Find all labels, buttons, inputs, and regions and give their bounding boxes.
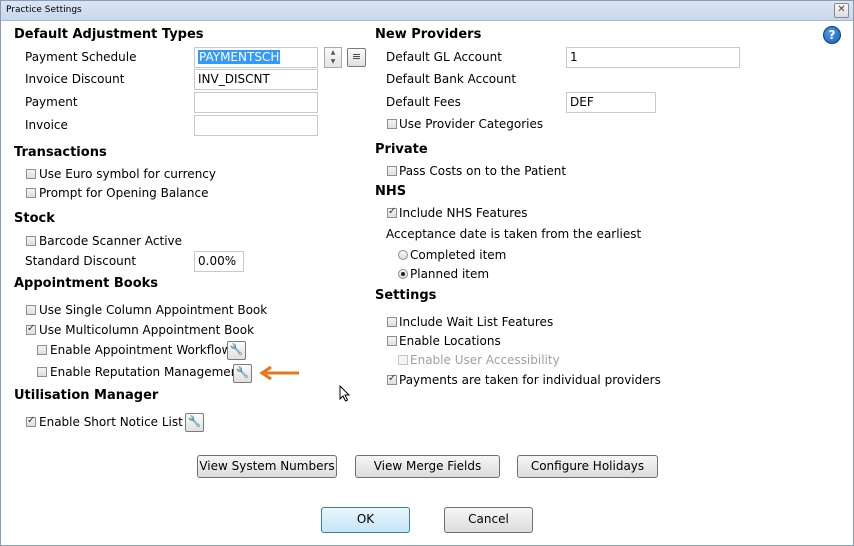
- transactions-header: Transactions: [14, 145, 107, 160]
- appointment-books-header: Appointment Books: [14, 276, 159, 291]
- wrench-icon: 🔧: [235, 366, 250, 379]
- standard-discount-field[interactable]: 0.00%: [194, 251, 244, 272]
- default-adjustment-types-header: Default Adjustment Types: [14, 27, 204, 42]
- mouse-cursor-icon: [339, 385, 351, 402]
- ok-button[interactable]: OK: [321, 507, 410, 533]
- configure-holidays-button[interactable]: Configure Holidays: [517, 455, 658, 478]
- opening-balance-checkbox[interactable]: [26, 188, 36, 198]
- standard-discount-label: Standard Discount: [25, 254, 137, 268]
- title-bar[interactable]: Practice Settings ✕: [1, 1, 853, 21]
- payment-schedule-value: PAYMENTSCH: [198, 50, 281, 64]
- completed-item-radio[interactable]: [398, 250, 408, 260]
- single-column-checkbox[interactable]: [26, 305, 36, 315]
- user-accessibility-label[interactable]: Enable User Accessibility: [410, 353, 560, 367]
- spin-up-icon[interactable]: ▲: [325, 48, 341, 57]
- planned-item-radio[interactable]: [398, 269, 408, 279]
- window-title: Practice Settings: [6, 5, 82, 15]
- payment-schedule-list-button[interactable]: ≡: [347, 48, 366, 67]
- multicolumn-checkbox[interactable]: [26, 323, 36, 335]
- workflow-checkbox[interactable]: [37, 345, 47, 355]
- barcode-checkbox[interactable]: [26, 236, 36, 246]
- wrench-icon: 🔧: [187, 415, 202, 428]
- nhs-header: NHS: [375, 184, 407, 199]
- invoice-discount-label: Invoice Discount: [25, 72, 125, 86]
- pass-costs-label[interactable]: Pass Costs on to the Patient: [399, 164, 566, 178]
- view-system-numbers-button[interactable]: View System Numbers: [197, 455, 337, 478]
- euro-label[interactable]: Use Euro symbol for currency: [39, 167, 216, 181]
- payment-schedule-field[interactable]: PAYMENTSCH: [194, 47, 318, 68]
- payment-field[interactable]: [194, 92, 318, 113]
- barcode-label[interactable]: Barcode Scanner Active: [39, 234, 182, 248]
- opening-balance-label[interactable]: Prompt for Opening Balance: [39, 186, 208, 200]
- reputation-checkbox[interactable]: [37, 367, 47, 377]
- short-notice-checkbox[interactable]: [26, 415, 36, 427]
- private-header: Private: [375, 142, 428, 157]
- workflow-settings-button[interactable]: 🔧: [227, 341, 246, 360]
- list-icon: ≡: [351, 50, 362, 63]
- provider-categories-label[interactable]: Use Provider Categories: [399, 117, 543, 131]
- invoice-label: Invoice: [25, 118, 68, 132]
- spin-down-icon[interactable]: ▼: [325, 57, 341, 66]
- payment-label: Payment: [25, 95, 78, 109]
- euro-checkbox[interactable]: [26, 169, 36, 179]
- settings-header: Settings: [375, 288, 437, 303]
- short-notice-label[interactable]: Enable Short Notice List: [39, 415, 183, 429]
- wait-list-checkbox[interactable]: [387, 317, 397, 327]
- practice-settings-window: Practice Settings ✕ ? Default Adjustment…: [0, 0, 854, 546]
- close-icon[interactable]: ✕: [834, 3, 849, 18]
- user-accessibility-checkbox[interactable]: [398, 355, 408, 365]
- individual-providers-label[interactable]: Payments are taken for individual provid…: [399, 373, 661, 387]
- payment-schedule-label: Payment Schedule: [25, 50, 137, 64]
- acceptance-date-text: Acceptance date is taken from the earlie…: [386, 227, 642, 241]
- default-fees-label: Default Fees: [386, 95, 461, 109]
- view-merge-fields-button[interactable]: View Merge Fields: [355, 455, 500, 478]
- default-fees-field[interactable]: DEF: [566, 92, 656, 113]
- workflow-label[interactable]: Enable Appointment Workflow: [50, 343, 231, 357]
- bank-account-label: Default Bank Account: [386, 72, 517, 86]
- provider-categories-checkbox[interactable]: [387, 119, 397, 129]
- stock-header: Stock: [14, 211, 55, 226]
- new-providers-header: New Providers: [375, 27, 482, 42]
- locations-label[interactable]: Enable Locations: [399, 334, 501, 348]
- include-nhs-label[interactable]: Include NHS Features: [399, 206, 528, 220]
- include-nhs-checkbox[interactable]: [387, 206, 397, 218]
- arrow-icon: [259, 365, 299, 381]
- multicolumn-label[interactable]: Use Multicolumn Appointment Book: [39, 323, 254, 337]
- reputation-label[interactable]: Enable Reputation Management: [50, 365, 243, 379]
- cancel-button[interactable]: Cancel: [444, 507, 533, 533]
- gl-account-label: Default GL Account: [386, 50, 502, 64]
- completed-item-label[interactable]: Completed item: [410, 248, 506, 262]
- gl-account-field[interactable]: 1: [566, 47, 740, 68]
- single-column-label[interactable]: Use Single Column Appointment Book: [39, 303, 267, 317]
- invoice-field[interactable]: [194, 115, 318, 136]
- utilisation-manager-header: Utilisation Manager: [14, 388, 159, 403]
- reputation-settings-button[interactable]: 🔧: [233, 364, 252, 383]
- locations-checkbox[interactable]: [387, 336, 397, 346]
- wrench-icon: 🔧: [229, 343, 244, 356]
- payment-schedule-spinner[interactable]: ▲ ▼: [324, 47, 342, 68]
- short-notice-settings-button[interactable]: 🔧: [185, 413, 204, 432]
- planned-item-label[interactable]: Planned item: [410, 267, 489, 281]
- help-icon[interactable]: ?: [823, 26, 841, 44]
- pass-costs-checkbox[interactable]: [387, 166, 397, 176]
- wait-list-label[interactable]: Include Wait List Features: [399, 315, 553, 329]
- individual-providers-checkbox[interactable]: [387, 373, 397, 385]
- invoice-discount-field[interactable]: INV_DISCNT: [194, 69, 318, 90]
